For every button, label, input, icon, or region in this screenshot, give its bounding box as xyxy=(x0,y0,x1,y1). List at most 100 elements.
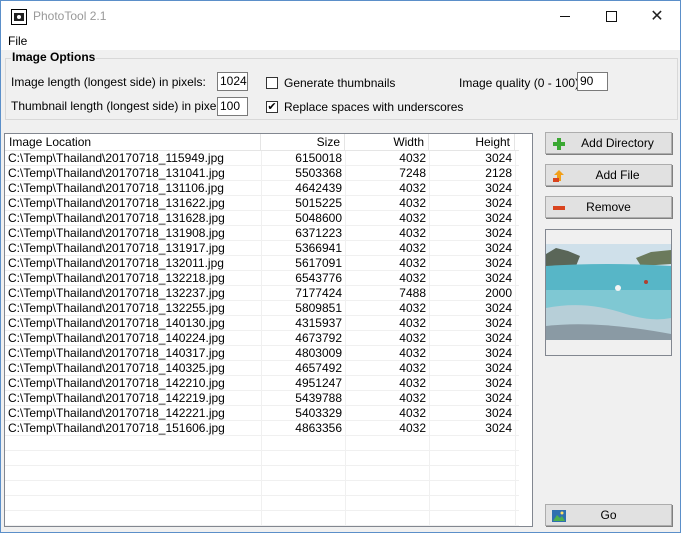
cell-size: 6543776 xyxy=(295,271,342,285)
list-header: Image Location Size Width Height xyxy=(5,134,519,151)
table-row[interactable]: C:\Temp\Thailand\20170718_142219.jpg 5439… xyxy=(5,391,519,406)
cell-width: 4032 xyxy=(399,361,426,375)
image-preview xyxy=(545,229,672,356)
cell-height: 3024 xyxy=(485,226,512,240)
add-file-button[interactable]: Add File xyxy=(545,164,672,186)
menu-file[interactable]: File xyxy=(8,34,27,48)
cell-size: 5809851 xyxy=(295,301,342,315)
thumbnail-length-input[interactable]: 100 xyxy=(217,97,248,116)
cell-width: 4032 xyxy=(399,271,426,285)
cell-height: 3024 xyxy=(485,346,512,360)
table-row[interactable]: C:\Temp\Thailand\20170718_151606.jpg 4863… xyxy=(5,421,519,436)
empty-row xyxy=(5,511,519,526)
table-row[interactable]: C:\Temp\Thailand\20170718_131041.jpg 5503… xyxy=(5,166,519,181)
cell-width: 7248 xyxy=(399,166,426,180)
cell-width: 4032 xyxy=(399,406,426,420)
checkmark-icon: ✔ xyxy=(267,101,277,113)
cell-location: C:\Temp\Thailand\20170718_131628.jpg xyxy=(8,211,225,225)
minimize-icon xyxy=(560,16,570,17)
cell-size: 7177424 xyxy=(295,286,342,300)
cell-size: 4657492 xyxy=(295,361,342,375)
remove-button[interactable]: Remove xyxy=(545,196,672,218)
title-bar: PhotoTool 2.1 ✕ xyxy=(1,1,680,32)
cell-height: 3024 xyxy=(485,301,512,315)
table-row[interactable]: C:\Temp\Thailand\20170718_131622.jpg 5015… xyxy=(5,196,519,211)
cell-location: C:\Temp\Thailand\20170718_131041.jpg xyxy=(8,166,225,180)
cell-location: C:\Temp\Thailand\20170718_131622.jpg xyxy=(8,196,225,210)
add-directory-button[interactable]: Add Directory xyxy=(545,132,672,154)
cell-size: 4863356 xyxy=(295,421,342,435)
minimize-button[interactable] xyxy=(542,1,588,32)
column-header-height[interactable]: Height xyxy=(429,134,515,150)
column-header-size[interactable]: Size xyxy=(261,134,345,150)
cell-location: C:\Temp\Thailand\20170718_132011.jpg xyxy=(8,256,224,270)
cell-size: 4642439 xyxy=(295,181,342,195)
cell-location: C:\Temp\Thailand\20170718_140130.jpg xyxy=(8,316,225,330)
table-row[interactable]: C:\Temp\Thailand\20170718_131908.jpg 6371… xyxy=(5,226,519,241)
table-row[interactable]: C:\Temp\Thailand\20170718_140325.jpg 4657… xyxy=(5,361,519,376)
image-length-input[interactable]: 1024 xyxy=(217,72,248,91)
thumbnail-length-label: Thumbnail length (longest side) in pixel… xyxy=(11,99,229,113)
cell-size: 4673792 xyxy=(295,331,342,345)
replace-spaces-label: Replace spaces with underscores xyxy=(284,100,464,114)
cell-height: 2000 xyxy=(485,286,512,300)
add-directory-label: Add Directory xyxy=(581,136,654,150)
cell-location: C:\Temp\Thailand\20170718_140317.jpg xyxy=(8,346,225,360)
cell-size: 5617091 xyxy=(295,256,342,270)
table-row[interactable]: C:\Temp\Thailand\20170718_140224.jpg 4673… xyxy=(5,331,519,346)
empty-row xyxy=(5,451,519,466)
table-row[interactable]: C:\Temp\Thailand\20170718_132255.jpg 5809… xyxy=(5,301,519,316)
cell-width: 4032 xyxy=(399,256,426,270)
close-button[interactable]: ✕ xyxy=(634,1,680,32)
cell-location: C:\Temp\Thailand\20170718_131908.jpg xyxy=(8,226,225,240)
generate-thumbnails-label: Generate thumbnails xyxy=(284,76,396,90)
cell-height: 3024 xyxy=(485,151,512,165)
cell-width: 4032 xyxy=(399,376,426,390)
image-quality-input[interactable]: 90 xyxy=(577,72,608,91)
table-row[interactable]: C:\Temp\Thailand\20170718_131628.jpg 5048… xyxy=(5,211,519,226)
app-camera-icon xyxy=(11,9,27,25)
go-button[interactable]: Go xyxy=(545,504,672,526)
maximize-button[interactable] xyxy=(588,1,634,32)
cell-size: 5366941 xyxy=(295,241,342,255)
generate-thumbnails-checkbox[interactable] xyxy=(266,77,278,89)
empty-row xyxy=(5,481,519,496)
maximize-icon xyxy=(605,11,617,22)
remove-label: Remove xyxy=(586,200,631,214)
cell-height: 2128 xyxy=(485,166,512,180)
table-row[interactable]: C:\Temp\Thailand\20170718_140317.jpg 4803… xyxy=(5,346,519,361)
table-row[interactable]: C:\Temp\Thailand\20170718_140130.jpg 4315… xyxy=(5,316,519,331)
table-row[interactable]: C:\Temp\Thailand\20170718_132237.jpg 7177… xyxy=(5,286,519,301)
list-rows: C:\Temp\Thailand\20170718_115949.jpg 6150… xyxy=(5,151,519,526)
cell-location: C:\Temp\Thailand\20170718_132237.jpg xyxy=(8,286,225,300)
add-file-label: Add File xyxy=(595,168,640,182)
image-options-title: Image Options xyxy=(11,50,97,64)
cell-width: 4032 xyxy=(399,151,426,165)
cell-location: C:\Temp\Thailand\20170718_142219.jpg xyxy=(8,391,225,405)
table-row[interactable]: C:\Temp\Thailand\20170718_142210.jpg 4951… xyxy=(5,376,519,391)
cell-location: C:\Temp\Thailand\20170718_140224.jpg xyxy=(8,331,225,345)
cell-location: C:\Temp\Thailand\20170718_140325.jpg xyxy=(8,361,225,375)
replace-spaces-checkbox[interactable]: ✔ xyxy=(266,101,278,113)
table-row[interactable]: C:\Temp\Thailand\20170718_131106.jpg 4642… xyxy=(5,181,519,196)
table-row[interactable]: C:\Temp\Thailand\20170718_132218.jpg 6543… xyxy=(5,271,519,286)
cell-size: 5048600 xyxy=(295,211,342,225)
cell-height: 3024 xyxy=(485,406,512,420)
table-row[interactable]: C:\Temp\Thailand\20170718_142221.jpg 5403… xyxy=(5,406,519,421)
cell-height: 3024 xyxy=(485,241,512,255)
image-list[interactable]: Image Location Size Width Height C:\Temp… xyxy=(4,133,533,527)
table-row[interactable]: C:\Temp\Thailand\20170718_115949.jpg 6150… xyxy=(5,151,519,166)
table-row[interactable]: C:\Temp\Thailand\20170718_131917.jpg 5366… xyxy=(5,241,519,256)
cell-size: 4951247 xyxy=(295,376,342,390)
column-header-location[interactable]: Image Location xyxy=(5,134,261,150)
window-title: PhotoTool 2.1 xyxy=(33,9,107,23)
cell-height: 3024 xyxy=(485,271,512,285)
cell-size: 4803009 xyxy=(295,346,342,360)
go-label: Go xyxy=(600,508,617,522)
table-row[interactable]: C:\Temp\Thailand\20170718_132011.jpg 5617… xyxy=(5,256,519,271)
cell-height: 3024 xyxy=(485,421,512,435)
close-icon: ✕ xyxy=(650,7,664,25)
column-header-width[interactable]: Width xyxy=(345,134,429,150)
cell-size: 5403329 xyxy=(295,406,342,420)
menu-bar: File xyxy=(1,32,680,50)
